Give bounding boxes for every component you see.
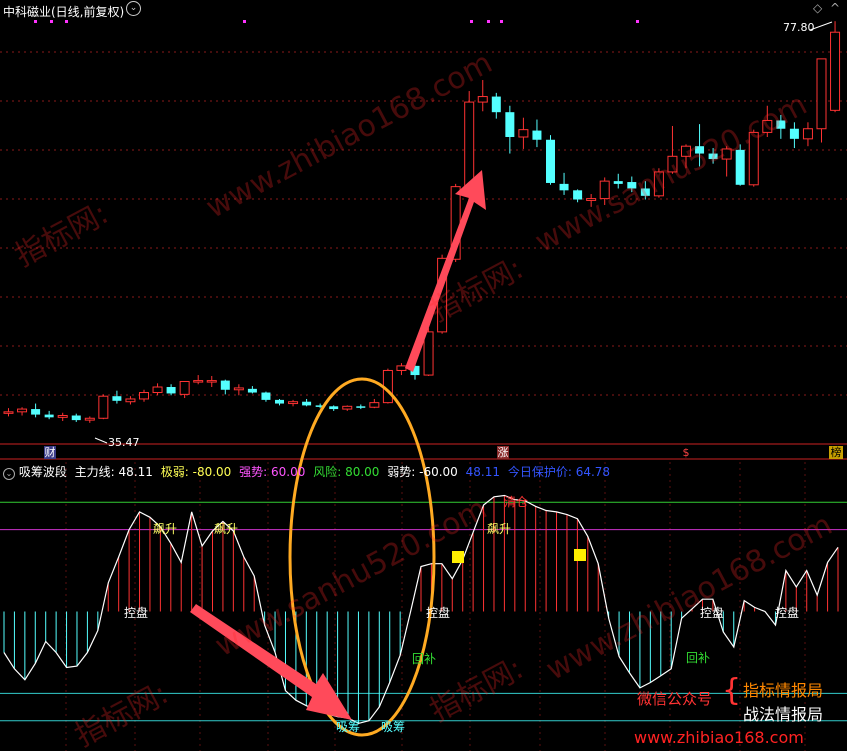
diamond-icon[interactable]: ◇ [813,1,822,15]
extra-value: 48.11 [465,465,500,479]
signal-kongpan-1: 控盘 [124,606,149,620]
candle-body-down [491,96,501,113]
candle-body-up [396,365,407,371]
candle-body-up [179,380,190,395]
candle-body-down [559,183,569,191]
signal-piaosheng-1: 飙升 [153,522,178,536]
weak-label: 弱势: [387,465,416,479]
price-high-label: 77.80 [783,21,815,34]
candle-body-down [261,392,271,400]
tag-finance[interactable]: 财 [44,446,56,459]
candle-body-up [830,31,841,111]
caret-up-icon[interactable]: ^ [830,1,840,15]
event-marker [50,20,53,23]
candle-body-up [288,401,299,405]
candle-body-down [356,406,366,408]
event-marker [636,20,639,23]
weak-value: -60.00 [419,465,458,479]
promo-wechat: 微信公众号 [637,690,713,708]
promo-line2: 战法情报局 [743,705,824,724]
indicator-name: 吸筹波段 [18,465,67,479]
candle-body-up [423,331,434,376]
event-marker [34,20,37,23]
signal-piaosheng-2: 飙升 [214,522,239,536]
risk-value: 80.00 [345,465,380,479]
tag-rank[interactable]: 榜 [829,446,843,459]
candle-body-up [477,96,488,103]
price-low-label: 35.47 [108,436,140,449]
promo-site: www.zhibiao168.com [634,728,804,747]
candle-body-up [342,405,353,410]
candle-body-up [3,411,14,414]
strong-value: 60.00 [271,465,306,479]
candle-body-down [505,112,515,138]
event-marker [500,20,503,23]
candle-body-down [112,396,122,401]
stock-title: 中科磁业(日线,前复权) [3,5,125,19]
tag-limit-up[interactable]: 涨 [497,446,509,459]
candle-body-up [84,417,95,421]
candle-body-up [98,395,109,419]
candle-body-down [220,380,230,390]
indicator-chevron-icon[interactable]: ⌄ [3,468,15,480]
strong-label: 强势: [239,465,268,479]
protect-label: 今日保护价: [507,465,572,479]
indicator-header: ⌄ 吸筹波段 主力线: 48.11 极弱: -80.00 强势: 60.00 风… [3,463,610,480]
candle-body-up [369,402,380,408]
main-line-value: 48.11 [118,465,153,479]
tag-dollar[interactable]: $ [680,446,692,459]
candle-body-up [816,58,827,130]
candle-body-down [532,130,542,140]
protect-value: 64.78 [575,465,611,479]
candle-body-up [139,392,149,400]
signal-xichou-2: 吸筹 [381,720,406,734]
chevron-down-icon[interactable]: ⌄ [126,1,141,16]
event-marker [470,20,473,23]
signal-kongpan-4: 控盘 [775,606,800,620]
candle-body-up [193,380,204,383]
candle-body-down [573,190,583,200]
candle-body-down [329,406,339,410]
candle-body-down [789,128,799,139]
candle-body-down [31,409,41,415]
risk-label: 风险: [313,465,342,479]
candle-body-down [166,387,176,394]
signal-kongpan-2: 控盘 [426,606,451,620]
sell-signal-marker [452,551,464,563]
event-marker [65,20,68,23]
candle-body-up [17,408,28,413]
candle-body-down [275,399,284,404]
signal-huibu-1: 回补 [412,652,437,666]
candle-body-down [302,401,312,406]
signal-xichou-1: 吸筹 [336,720,361,734]
candle-body-up [233,387,244,391]
candle-body-down [247,388,257,393]
sell-signal-marker [574,549,586,561]
extreme-weak-value: -80.00 [192,465,232,479]
candle-body-up [206,380,217,383]
chart-window: { "top_panel": { "title": "中科磁业(日线,前复权)"… [0,0,847,751]
main-line-label: 主力线: [74,465,115,479]
candle-body-up [125,398,136,403]
low-price-pointer [94,437,108,444]
promo-brace: { [722,673,742,708]
candle-body-down [44,414,54,418]
signal-qingcang: 清仓 [504,495,529,509]
event-marker [243,20,246,23]
event-marker [487,20,490,23]
promo-line1: 指标情报局 [743,681,824,700]
candle-body-up [802,128,813,140]
candle-body-up [464,101,475,188]
extreme-weak-label: 极弱: [160,465,189,479]
signal-huibu-2: 回补 [686,651,711,665]
candle-body-up [57,415,68,418]
candle-body-up [518,129,529,138]
candle-body-up [152,386,163,394]
candle-body-down [546,139,555,183]
candle-body-down [71,415,81,421]
